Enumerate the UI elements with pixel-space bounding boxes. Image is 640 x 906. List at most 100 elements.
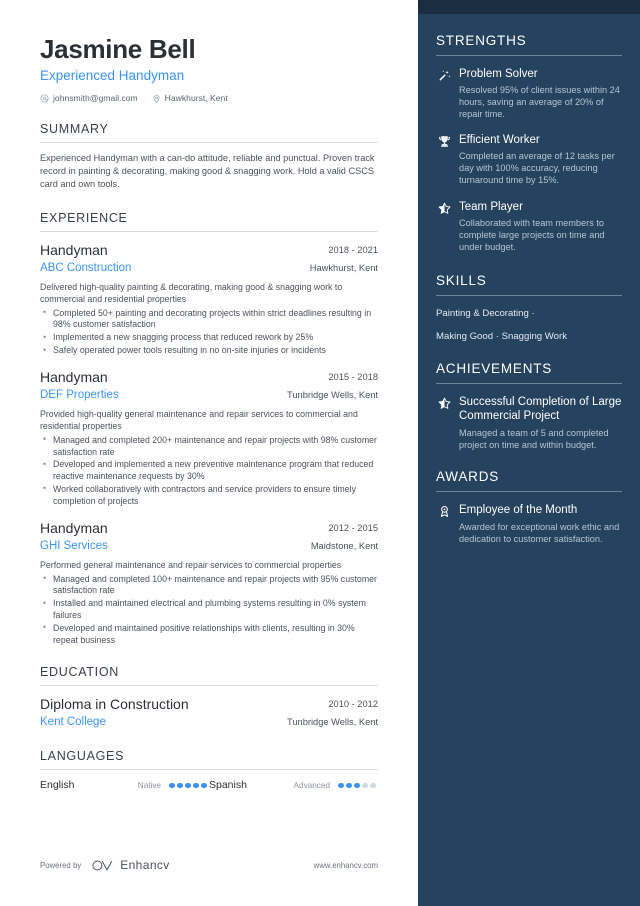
contact-row: johnsmith@gmail.com Hawkhurst, Kent bbox=[40, 93, 378, 103]
award-description: Awarded for exceptional work ethic and d… bbox=[459, 522, 620, 545]
section-summary: SUMMARY Experienced Handyman with a can-… bbox=[40, 122, 378, 192]
entry-organization[interactable]: ABC Construction bbox=[40, 260, 272, 276]
experience-heading: EXPERIENCE bbox=[40, 210, 128, 225]
language-name: English bbox=[40, 779, 75, 792]
strength-item: Efficient Worker Completed an average of… bbox=[436, 133, 622, 186]
section-skills: SKILLS Painting & Decorating · Making Go… bbox=[436, 273, 622, 343]
section-awards: AWARDS Employee of the Month Awarded for… bbox=[436, 469, 622, 545]
bullet-item: Developed and implemented a new preventi… bbox=[40, 459, 378, 483]
achievement-title: Successful Completion of Large Commercia… bbox=[459, 395, 622, 422]
rating-dot bbox=[346, 782, 352, 789]
entry-bullet-list: Completed 50+ painting and decorating pr… bbox=[40, 307, 378, 357]
language-name: Spanish bbox=[209, 779, 247, 792]
brand-name: Enhancv bbox=[120, 858, 170, 872]
bullet-item: Managed and completed 200+ maintenance a… bbox=[40, 434, 378, 459]
award-title: Employee of the Month bbox=[459, 504, 578, 517]
strength-title: Team Player bbox=[459, 200, 523, 213]
star-icon bbox=[436, 396, 452, 411]
section-education: EDUCATION Diploma in Construction Kent C… bbox=[40, 665, 378, 730]
section-experience: EXPERIENCE Handyman ABC Construction 201… bbox=[40, 211, 378, 647]
language-level: Native bbox=[137, 780, 161, 790]
bullet-item: Managed and completed 100+ maintenance a… bbox=[40, 573, 378, 598]
magic-wand-icon bbox=[436, 68, 452, 83]
skill-line: Painting & Decorating · bbox=[436, 307, 535, 319]
language-rating-dots bbox=[169, 782, 209, 789]
bullet-item: Installed and maintained electrical and … bbox=[40, 598, 378, 622]
bullet-item: Developed and maintained positive relati… bbox=[40, 622, 378, 647]
entry-description: Delivered high-quality painting & decora… bbox=[40, 281, 343, 304]
strength-title: Problem Solver bbox=[459, 68, 538, 80]
entry-role: Handyman bbox=[40, 241, 108, 258]
entry-date: 2015 - 2018 bbox=[328, 371, 378, 382]
skills-heading: SKILLS bbox=[436, 272, 487, 288]
strength-description: Collaborated with team members to comple… bbox=[459, 217, 605, 252]
education-school[interactable]: Kent College bbox=[40, 714, 272, 730]
star-icon bbox=[436, 201, 452, 216]
sidebar-top-band bbox=[418, 0, 640, 14]
footer-url[interactable]: www.enhancv.com bbox=[314, 861, 378, 870]
achievements-heading: ACHIEVEMENTS bbox=[436, 360, 553, 376]
bullet-item: Safely operated power tools resulting in… bbox=[40, 345, 378, 357]
language-rating-dots bbox=[338, 782, 378, 789]
sidebar: STRENGTHS Problem Solver Resolved 95% of… bbox=[418, 0, 640, 906]
bullet-item: Worked collaboratively with contractors … bbox=[40, 483, 378, 508]
entry-location: Maidstone, Kent bbox=[310, 540, 378, 551]
entry-description: Provided high-quality general maintenanc… bbox=[40, 408, 358, 431]
education-location: Tunbridge Wells, Kent bbox=[287, 717, 378, 728]
entry-bullet-list: Managed and completed 100+ maintenance a… bbox=[40, 573, 378, 647]
education-date: 2010 - 2012 bbox=[328, 699, 378, 710]
achievement-item: Successful Completion of Large Commercia… bbox=[436, 395, 622, 451]
section-divider bbox=[40, 769, 378, 771]
entry-description: Performed general maintenance and repair… bbox=[40, 559, 342, 570]
section-divider bbox=[40, 142, 378, 143]
entry-organization[interactable]: DEF Properties bbox=[40, 387, 272, 403]
language-level: Advanced bbox=[293, 780, 330, 790]
entry-role: Handyman bbox=[40, 519, 108, 536]
languages-heading: LANGUAGES bbox=[40, 749, 125, 764]
entry-organization[interactable]: GHI Services bbox=[40, 538, 272, 554]
contact-location: Hawkhurst, Kent bbox=[152, 93, 228, 103]
strength-description: Resolved 95% of client issues within 24 … bbox=[459, 85, 620, 120]
sidebar-divider bbox=[436, 294, 622, 296]
contact-email[interactable]: johnsmith@gmail.com bbox=[40, 93, 138, 103]
summary-text: Experienced Handyman with a can-do attit… bbox=[40, 153, 375, 190]
candidate-headline: Experienced Handyman bbox=[40, 68, 185, 83]
footer: Powered by Enhancv www.enhancv.com bbox=[40, 858, 378, 872]
entry-bullet-list: Managed and completed 200+ maintenance a… bbox=[40, 434, 378, 508]
enhancv-logo: Enhancv bbox=[91, 858, 170, 872]
rating-dot bbox=[193, 782, 199, 789]
rating-dot bbox=[354, 782, 360, 789]
rating-dot bbox=[169, 782, 175, 789]
contact-email-text: johnsmith@gmail.com bbox=[53, 93, 138, 103]
education-entry: Diploma in Construction Kent College 201… bbox=[40, 695, 378, 730]
entry-location: Hawkhurst, Kent bbox=[309, 262, 378, 273]
rating-dot bbox=[177, 782, 183, 789]
education-degree: Diploma in Construction bbox=[40, 696, 189, 713]
rating-dot bbox=[338, 782, 344, 789]
section-divider bbox=[40, 685, 378, 687]
section-strengths: STRENGTHS Problem Solver Resolved 95% of… bbox=[436, 33, 622, 253]
award-ribbon-icon bbox=[436, 504, 452, 519]
achievement-description: Managed a team of 5 and completed projec… bbox=[459, 427, 609, 450]
experience-entry: Handyman DEF Properties 2015 - 2018 Tunb… bbox=[40, 368, 378, 508]
sidebar-divider bbox=[436, 382, 622, 384]
section-divider bbox=[40, 230, 378, 232]
languages-row: English Native Spanish Advanced bbox=[40, 779, 378, 791]
sidebar-divider bbox=[436, 491, 622, 493]
experience-entry: Handyman ABC Construction 2018 - 2021 Ha… bbox=[40, 241, 378, 357]
summary-heading: SUMMARY bbox=[40, 122, 109, 136]
awards-heading: AWARDS bbox=[436, 469, 500, 485]
main-column: Jasmine Bell Experienced Handyman johnsm… bbox=[0, 0, 418, 906]
infinity-logo-icon bbox=[92, 860, 113, 871]
award-item: Employee of the Month Awarded for except… bbox=[436, 503, 622, 545]
rating-dot bbox=[362, 782, 368, 789]
strength-description: Completed an average of 12 tasks per day… bbox=[459, 151, 615, 186]
language-item: Spanish Advanced bbox=[209, 779, 378, 791]
education-heading: EDUCATION bbox=[40, 665, 119, 680]
page-title: Jasmine Bell Experienced Handyman bbox=[40, 34, 378, 84]
sidebar-divider bbox=[436, 55, 622, 56]
strength-item: Team Player Collaborated with team membe… bbox=[436, 200, 622, 253]
skill-line: Making Good · Snagging Work bbox=[436, 330, 568, 342]
entry-role: Handyman bbox=[40, 368, 108, 385]
rating-dot bbox=[185, 782, 191, 789]
